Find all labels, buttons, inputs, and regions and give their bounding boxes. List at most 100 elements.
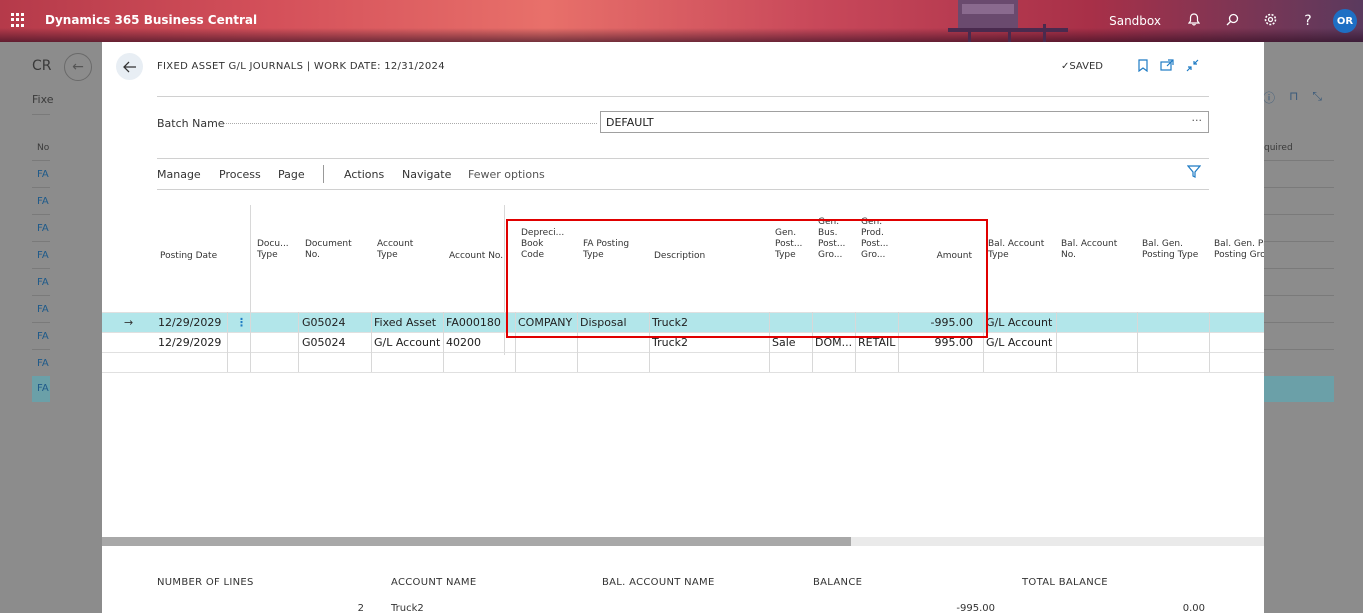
cell-divider [298, 312, 299, 372]
background-row: FA [37, 331, 49, 342]
search-icon[interactable] [1213, 13, 1251, 30]
avatar[interactable]: OR [1333, 9, 1357, 33]
highlight-annotation-box [506, 219, 988, 338]
header-account-type[interactable]: Account Type [377, 239, 413, 261]
background-divider [32, 114, 50, 115]
page-title: FIXED ASSET G/L JOURNALS | WORK DATE: 12… [157, 61, 445, 72]
horizontal-scrollbar[interactable] [102, 537, 1264, 546]
header-line: No. [305, 250, 320, 260]
action-process[interactable]: Process [219, 168, 261, 181]
collapse-icon[interactable] [1186, 59, 1199, 76]
bookmark-icon[interactable] [1138, 59, 1148, 76]
background-divider [1264, 241, 1334, 242]
action-separator [323, 165, 324, 183]
background-selected-row [1264, 376, 1334, 402]
batch-name-value: DEFAULT [606, 116, 654, 129]
cell-bal-account-type[interactable]: G/L Account [986, 336, 1052, 349]
cell-divider [250, 312, 251, 372]
action-actions[interactable]: Actions [344, 168, 384, 181]
background-row: FA [37, 223, 49, 234]
cell-posting-date[interactable]: 12/29/2029 [158, 336, 221, 349]
header-line: Type [988, 250, 1009, 260]
header-line: Type [377, 250, 398, 260]
background-divider [32, 214, 50, 215]
help-icon[interactable]: ? [1289, 13, 1327, 29]
action-bar: Manage Process Page Actions Navigate Few… [157, 158, 1209, 190]
saved-status: ✓SAVED [1061, 61, 1103, 72]
header-bal-account-no[interactable]: Bal. Account No. [1061, 239, 1117, 261]
row-menu-icon[interactable]: ⋮ [236, 316, 247, 329]
cell-divider [371, 312, 372, 372]
header-line: Bal. Gen. [1142, 239, 1183, 249]
cell-divider [1137, 312, 1138, 372]
background-title: CR [32, 58, 52, 74]
bell-icon[interactable] [1175, 12, 1213, 30]
header-posting-date[interactable]: Posting Date [160, 251, 217, 262]
gear-icon[interactable] [1251, 13, 1289, 30]
cell-account-no[interactable]: 40200 [446, 336, 481, 349]
cell-bal-account-type[interactable]: G/L Account [986, 316, 1052, 329]
header-line: Posting Type [1142, 250, 1199, 260]
footer-number-of-lines-label: NUMBER OF LINES [157, 577, 254, 588]
background-row: FA [37, 250, 49, 261]
action-navigate[interactable]: Navigate [402, 168, 451, 181]
header-line: Document [305, 239, 352, 249]
app-launcher-icon[interactable] [11, 13, 25, 27]
footer-bal-account-name-label: BAL. ACCOUNT NAME [602, 577, 715, 588]
table-row-empty[interactable] [102, 352, 1264, 372]
cell-posting-date[interactable]: 12/29/2029 [158, 316, 221, 329]
header-bal-account-type[interactable]: Bal. Account Type [988, 239, 1044, 261]
background-divider [32, 160, 50, 161]
background-divider [1264, 295, 1334, 296]
bookmark-icon: ⊓ [1289, 89, 1299, 103]
action-manage[interactable]: Manage [157, 168, 201, 181]
cell-divider [227, 312, 228, 372]
dialog-header: FIXED ASSET G/L JOURNALS | WORK DATE: 12… [102, 42, 1264, 97]
background-divider [32, 268, 50, 269]
cell-document-no[interactable]: G05024 [302, 316, 346, 329]
footer-account-name: Truck2 [391, 603, 424, 613]
row-divider [102, 372, 1264, 373]
header-line: Bal. Gen. Pr [1214, 239, 1264, 249]
action-page[interactable]: Page [278, 168, 305, 181]
background-row: FA [37, 383, 49, 394]
header-line: Bal. Account [1061, 239, 1118, 249]
header-document-no[interactable]: Document No. [305, 239, 352, 261]
background-row: FA [37, 304, 49, 315]
footer-total-balance-label: TOTAL BALANCE [1022, 577, 1108, 588]
background-divider [1264, 268, 1334, 269]
background-row: FA [37, 277, 49, 288]
action-fewer-options[interactable]: Fewer options [468, 168, 545, 181]
footer-number-of-lines: 2 [357, 603, 364, 613]
background-column-header: quired [1264, 143, 1293, 153]
background-row: FA [37, 169, 49, 180]
background-divider [1264, 160, 1334, 161]
header-bal-gen-prod-posting-group[interactable]: Bal. Gen. Pr Posting Gro [1214, 239, 1264, 261]
cell-document-no[interactable]: G05024 [302, 336, 346, 349]
header-line: Type [257, 250, 278, 260]
lookup-icon[interactable]: ··· [1192, 114, 1203, 127]
background-toolbar: ⓘ ⊓ ⤡ [1263, 89, 1322, 106]
open-new-window-icon[interactable] [1160, 59, 1174, 76]
filter-icon[interactable] [1186, 165, 1202, 182]
header-document-type[interactable]: Docu... Type [257, 239, 289, 261]
footer-total-balance: 0.00 [1182, 603, 1205, 613]
cell-account-type[interactable]: G/L Account [374, 336, 440, 349]
cell-account-type[interactable]: Fixed Asset [374, 316, 436, 329]
header-account-no[interactable]: Account No. [449, 251, 503, 262]
background-back-icon: ← [64, 53, 92, 81]
header-divider [157, 96, 1209, 97]
background-row: FA [37, 358, 49, 369]
background-divider [32, 187, 50, 188]
header-bal-gen-posting-type[interactable]: Bal. Gen. Posting Type [1142, 239, 1198, 261]
cell-account-no[interactable]: FA000180 [446, 316, 501, 329]
footer-balance: -995.00 [956, 603, 995, 613]
header-line: Docu... [257, 239, 289, 249]
scrollbar-thumb[interactable] [102, 537, 851, 546]
header-icons [1138, 59, 1199, 76]
back-button[interactable] [116, 53, 143, 80]
header-line: Posting Gro [1214, 250, 1264, 260]
batch-name-field[interactable]: DEFAULT ··· [600, 111, 1209, 133]
app-title[interactable]: Dynamics 365 Business Central [45, 13, 257, 27]
background-column-header: No [37, 143, 50, 153]
